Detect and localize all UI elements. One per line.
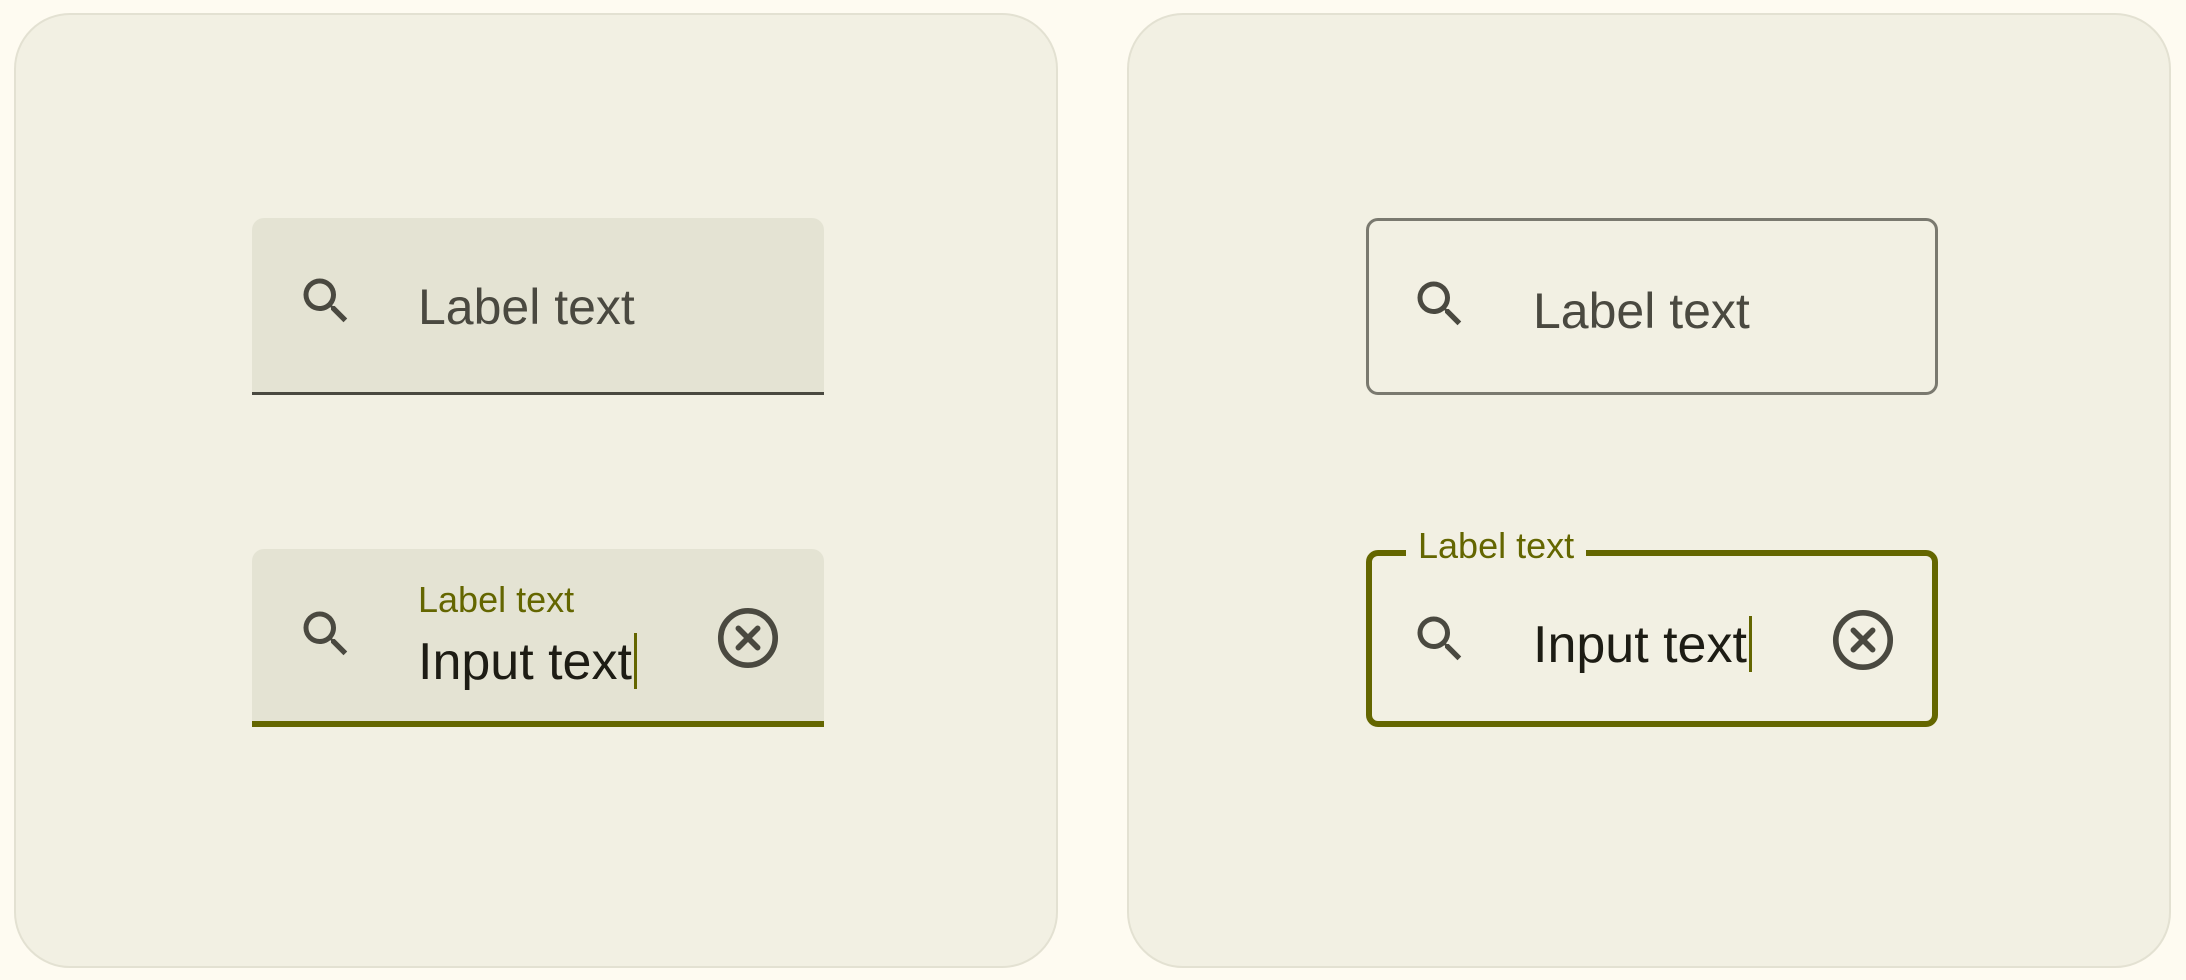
outlined-search-field-empty[interactable]: Label text xyxy=(1366,218,1938,395)
search-icon xyxy=(1417,616,1462,661)
input-value: Input text xyxy=(1533,616,1752,672)
clear-icon[interactable] xyxy=(1829,606,1897,674)
text-caret xyxy=(633,633,637,689)
search-icon xyxy=(1417,281,1462,326)
input-value: Input text xyxy=(418,633,637,689)
field-label: Label text xyxy=(1533,283,1750,339)
text-caret xyxy=(1748,616,1752,672)
filled-fields-panel xyxy=(14,13,1058,968)
outlined-search-field-active[interactable]: Label text Input text xyxy=(1366,528,1938,727)
filled-search-field-empty[interactable]: Label text xyxy=(252,218,824,395)
search-icon xyxy=(303,278,348,323)
filled-search-field-active[interactable]: Label text Input text xyxy=(252,549,824,727)
field-label: Label text xyxy=(418,279,635,335)
input-value-text: Input text xyxy=(418,633,632,691)
clear-icon[interactable] xyxy=(714,604,782,672)
floating-label: Label text xyxy=(1406,528,1587,564)
floating-label: Label text xyxy=(418,579,575,620)
search-icon xyxy=(303,611,348,656)
input-value-text: Input text xyxy=(1533,616,1747,674)
outlined-fields-panel xyxy=(1127,13,2171,968)
